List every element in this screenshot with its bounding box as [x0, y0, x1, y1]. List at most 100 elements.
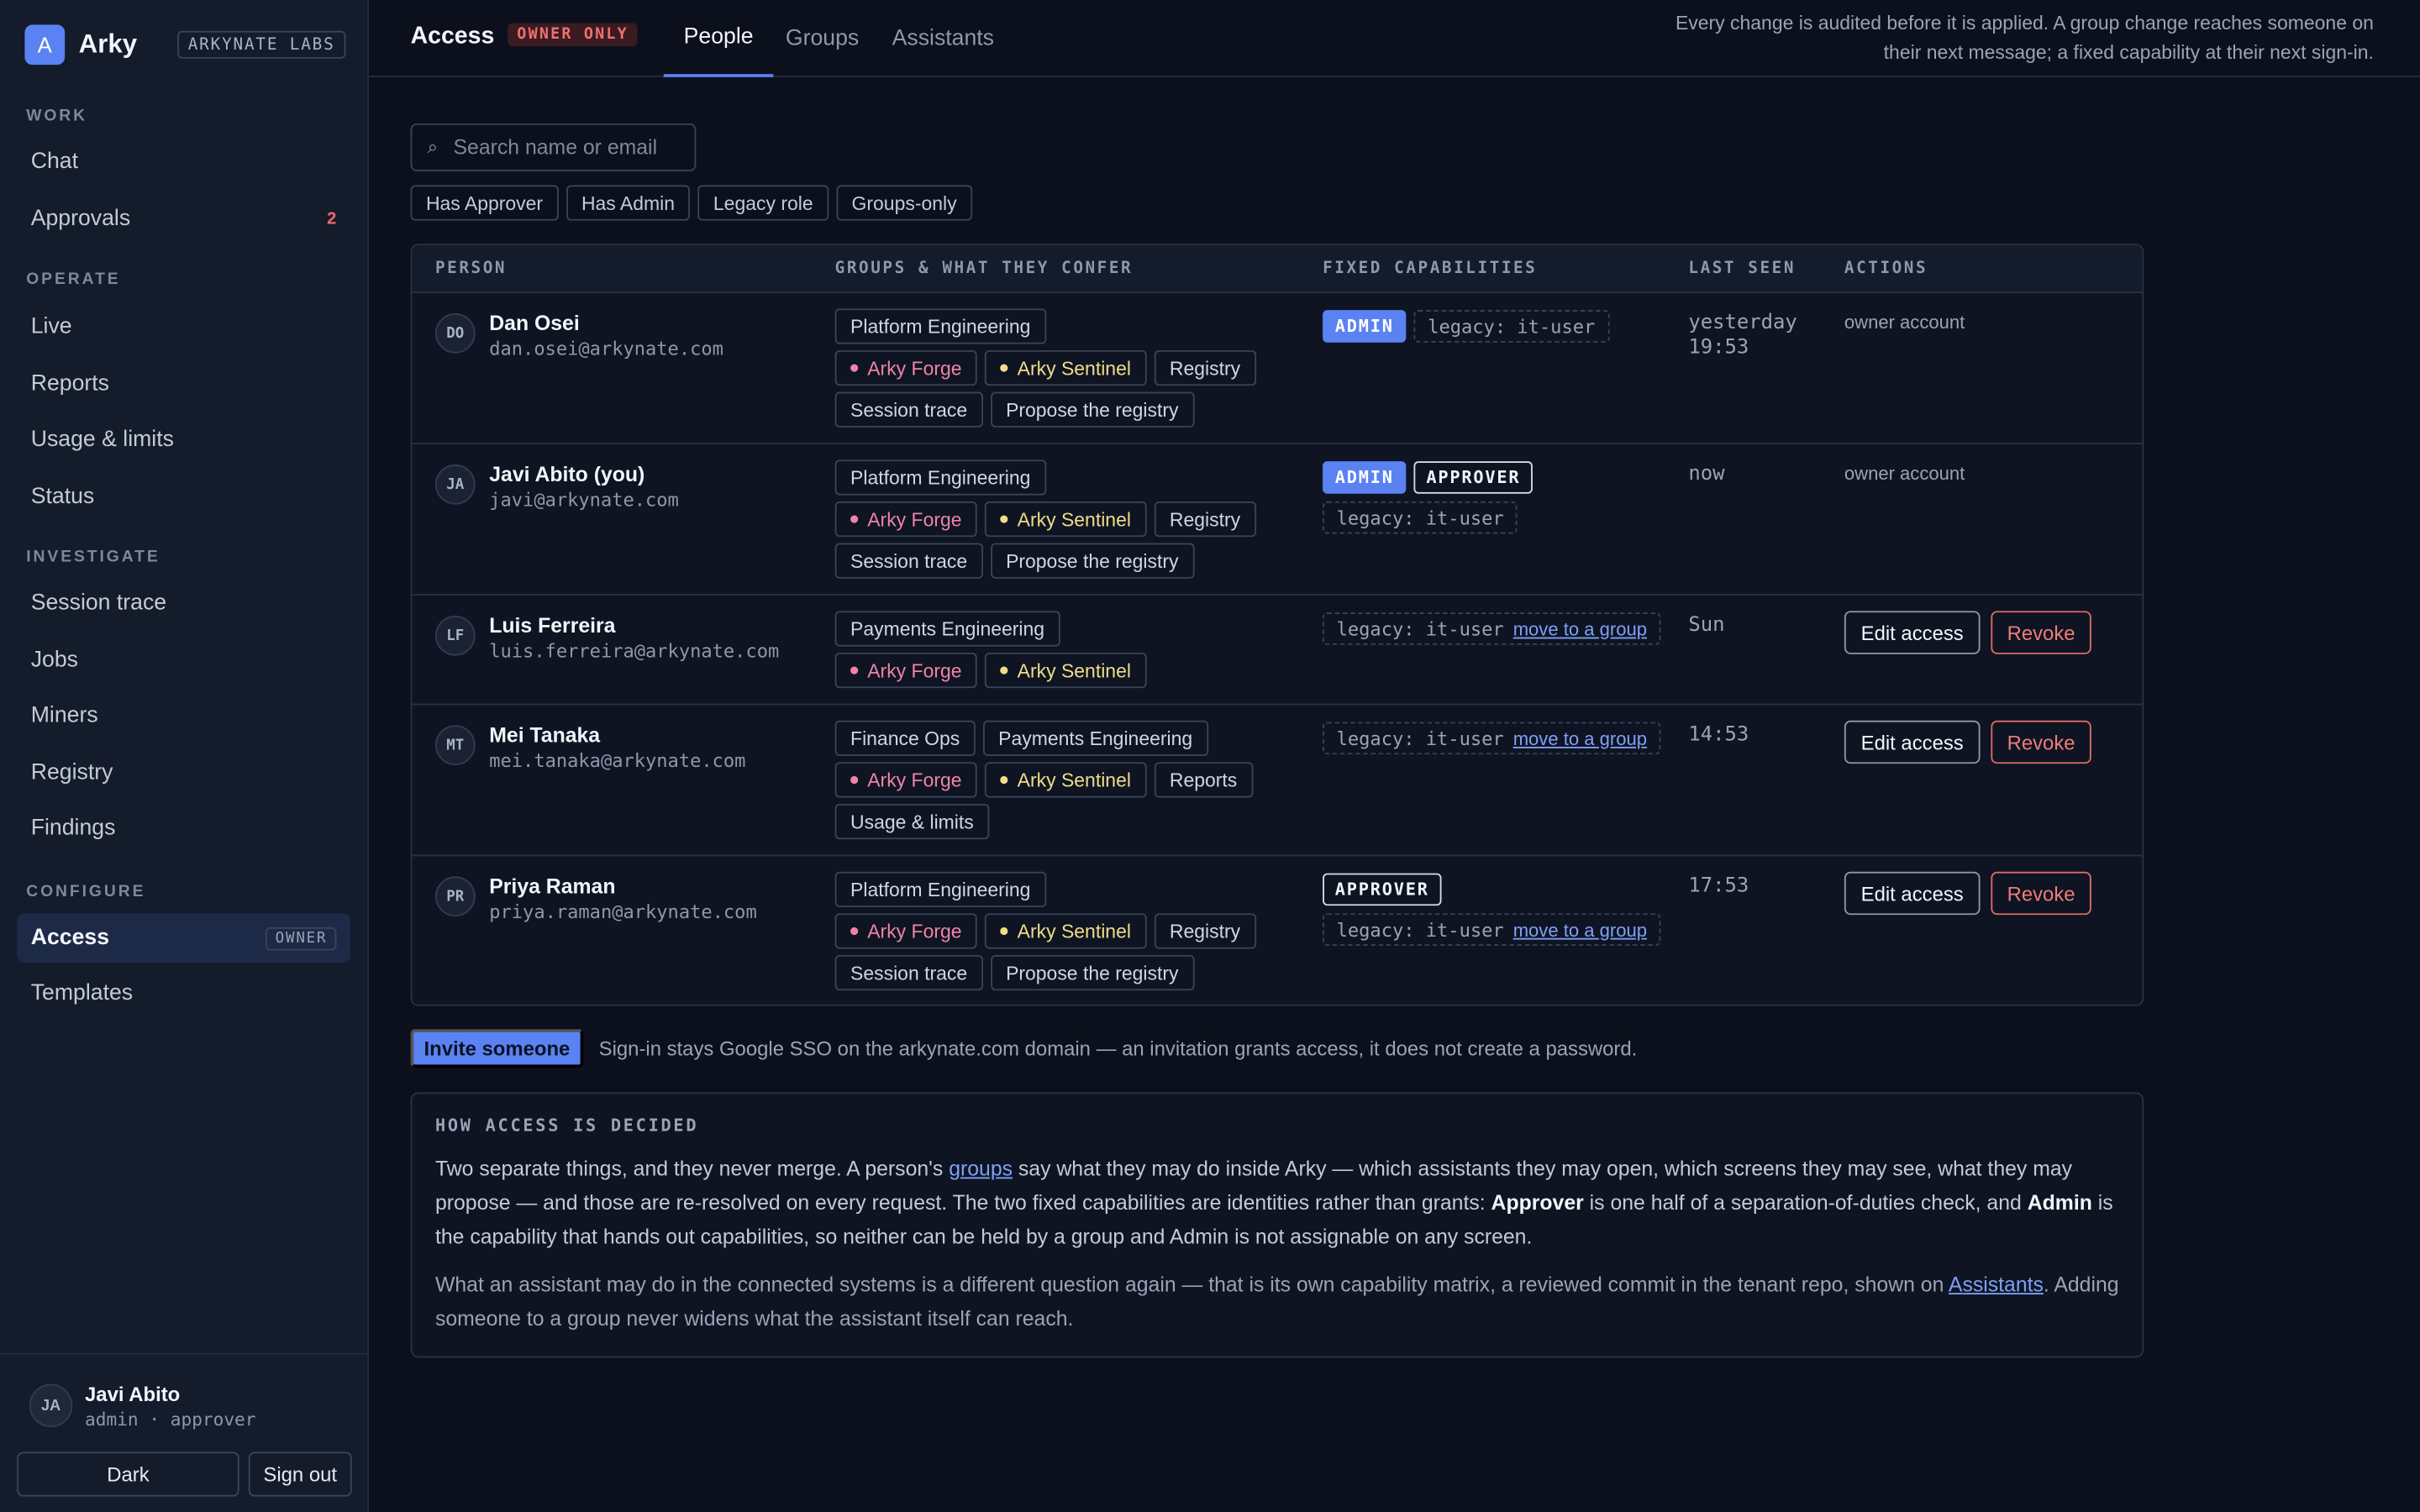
tab-assistants[interactable]: Assistants: [892, 0, 994, 77]
invite-someone-button[interactable]: Invite someone: [410, 1029, 584, 1068]
sidebar-item-approvals[interactable]: Approvals 2: [17, 194, 350, 244]
assistants-link[interactable]: Assistants: [1949, 1273, 2044, 1296]
sidebar: A Arky ARKYNATE LABS WORK Chat Approvals…: [0, 0, 369, 1512]
screen-chip: Registry: [1154, 913, 1256, 949]
forge-dot-icon: [850, 775, 859, 785]
column-header-capabilities: FIXED CAPABILITIES: [1323, 259, 1538, 278]
sidebar-item-session-trace[interactable]: Session trace: [17, 579, 350, 628]
how-access-panel: HOW ACCESS IS DECIDED Two separate thing…: [410, 1092, 2144, 1358]
column-header-actions: ACTIONS: [1844, 259, 1928, 278]
avatar: LF: [434, 615, 476, 656]
admin-term: Admin: [2027, 1190, 2092, 1215]
revoke-button[interactable]: Revoke: [1991, 871, 2091, 916]
current-user-name: Javi Abito: [85, 1382, 181, 1406]
sentinel-dot-icon: [1000, 775, 1008, 785]
filter-legacy-role[interactable]: Legacy role: [697, 185, 829, 221]
groups-link[interactable]: groups: [949, 1158, 1013, 1181]
screen-chip: Usage & limits: [834, 803, 990, 840]
filter-groups-only[interactable]: Groups-only: [836, 185, 972, 221]
sidebar-item-label: Templates: [30, 981, 134, 1006]
revoke-button[interactable]: Revoke: [1991, 720, 2091, 764]
sidebar-item-templates[interactable]: Templates: [17, 969, 350, 1018]
last-seen: 17:53: [1688, 874, 1749, 898]
column-header-last-seen: LAST SEEN: [1688, 259, 1797, 278]
sidebar-item-access[interactable]: Access OWNER: [17, 913, 350, 963]
text-span: is one half of a separation-of-duties ch…: [1583, 1190, 2028, 1215]
assistant-label: Arky Sentinel: [1017, 769, 1131, 791]
sidebar-item-status[interactable]: Status: [17, 472, 350, 522]
theme-toggle-button[interactable]: Dark: [17, 1452, 239, 1497]
sidebar-item-miners[interactable]: Miners: [17, 691, 350, 741]
revoke-button[interactable]: Revoke: [1991, 611, 2091, 654]
sidebar-item-reports[interactable]: Reports: [17, 360, 350, 409]
last-seen: 14:53: [1688, 723, 1749, 747]
assistant-chip-forge: Arky Forge: [834, 762, 977, 798]
avatar: PR: [434, 876, 476, 917]
person-email: priya.raman@arkynate.com: [489, 900, 757, 923]
approver-term: Approver: [1491, 1190, 1584, 1215]
app-root: A Arky ARKYNATE LABS WORK Chat Approvals…: [0, 0, 2420, 1512]
assistant-chip-sentinel: Arky Sentinel: [985, 652, 1147, 689]
approver-badge: APPROVER: [1323, 873, 1442, 906]
legacy-role-tag: legacy: it-user move to a group: [1323, 913, 1661, 946]
sidebar-item-jobs[interactable]: Jobs: [17, 636, 350, 685]
assistant-label: Arky Sentinel: [1017, 357, 1131, 379]
table-row: MT Mei Tanaka mei.tanaka@arkynate.com Fi…: [412, 705, 2143, 857]
tab-groups[interactable]: Groups: [786, 0, 859, 77]
top-bar: Access OWNER ONLY People Groups Assistan…: [368, 0, 2420, 77]
sign-out-button[interactable]: Sign out: [248, 1452, 352, 1497]
groups-cell: Platform Engineering Arky Forge Arky Sen…: [834, 871, 1283, 997]
edit-access-button[interactable]: Edit access: [1844, 871, 1981, 916]
sidebar-item-label: Findings: [30, 816, 116, 842]
capabilities-cell: ADMIN legacy: it-user: [1323, 310, 1677, 350]
sidebar-item-findings[interactable]: Findings: [17, 804, 350, 853]
edit-access-button[interactable]: Edit access: [1844, 720, 1981, 764]
move-to-group-link[interactable]: move to a group: [1513, 618, 1647, 640]
search-input[interactable]: [450, 134, 682, 161]
group-chip: Platform Engineering: [834, 871, 1046, 908]
assistant-label: Arky Sentinel: [1017, 920, 1131, 942]
how-access-paragraph-1: Two separate things, and they never merg…: [435, 1152, 2125, 1254]
sidebar-item-live[interactable]: Live: [17, 302, 350, 352]
brand-logo: A: [24, 24, 66, 65]
sidebar-item-label: Usage & limits: [30, 427, 174, 453]
group-chip: Platform Engineering: [834, 459, 1046, 496]
screen-chip: Propose the registry: [990, 954, 1194, 991]
move-to-group-link[interactable]: move to a group: [1513, 919, 1647, 941]
table-row: DO Dan Osei dan.osei@arkynate.com Platfo…: [412, 293, 2143, 444]
last-seen: Sun: [1688, 614, 1725, 638]
tab-people[interactable]: People: [663, 0, 774, 77]
filter-has-approver[interactable]: Has Approver: [410, 185, 559, 221]
page-title: Access: [410, 23, 495, 50]
sidebar-item-chat[interactable]: Chat: [17, 137, 350, 186]
avatar: DO: [434, 312, 476, 354]
sidebar-item-registry[interactable]: Registry: [17, 748, 350, 798]
sidebar-item-label: Miners: [30, 703, 98, 728]
group-chip: Payments Engineering: [982, 720, 1208, 757]
sentinel-dot-icon: [1000, 364, 1008, 372]
edit-access-button[interactable]: Edit access: [1844, 611, 1981, 654]
move-to-group-link[interactable]: move to a group: [1513, 727, 1647, 749]
filter-has-admin[interactable]: Has Admin: [566, 185, 691, 221]
sidebar-item-usage[interactable]: Usage & limits: [17, 415, 350, 465]
sidebar-item-label: Registry: [30, 760, 113, 785]
legacy-role-label: legacy: it-user: [1428, 315, 1596, 338]
sidebar-item-label: Chat: [30, 150, 79, 175]
person-name: Dan Osei: [489, 312, 580, 335]
assistant-chip-sentinel: Arky Sentinel: [985, 913, 1147, 949]
owner-only-badge: OWNER ONLY: [508, 23, 638, 47]
approver-badge: APPROVER: [1413, 461, 1534, 494]
last-seen: now: [1688, 463, 1725, 486]
group-chip: Payments Engineering: [834, 611, 1060, 647]
capabilities-cell: APPROVER legacy: it-user move to a group: [1323, 873, 1677, 954]
owner-account-label: owner account: [1844, 312, 1965, 333]
sidebar-item-label: Approvals: [30, 207, 131, 232]
person-email: javi@arkynate.com: [489, 489, 679, 511]
groups-cell: Platform Engineering Arky Forge Arky Sen…: [834, 459, 1283, 585]
forge-dot-icon: [850, 515, 859, 523]
screen-chip: Session trace: [834, 954, 983, 991]
admin-badge: ADMIN: [1323, 461, 1407, 494]
assistant-label: Arky Sentinel: [1017, 659, 1131, 681]
sentinel-dot-icon: [1000, 515, 1008, 523]
owner-badge: OWNER: [266, 926, 337, 950]
